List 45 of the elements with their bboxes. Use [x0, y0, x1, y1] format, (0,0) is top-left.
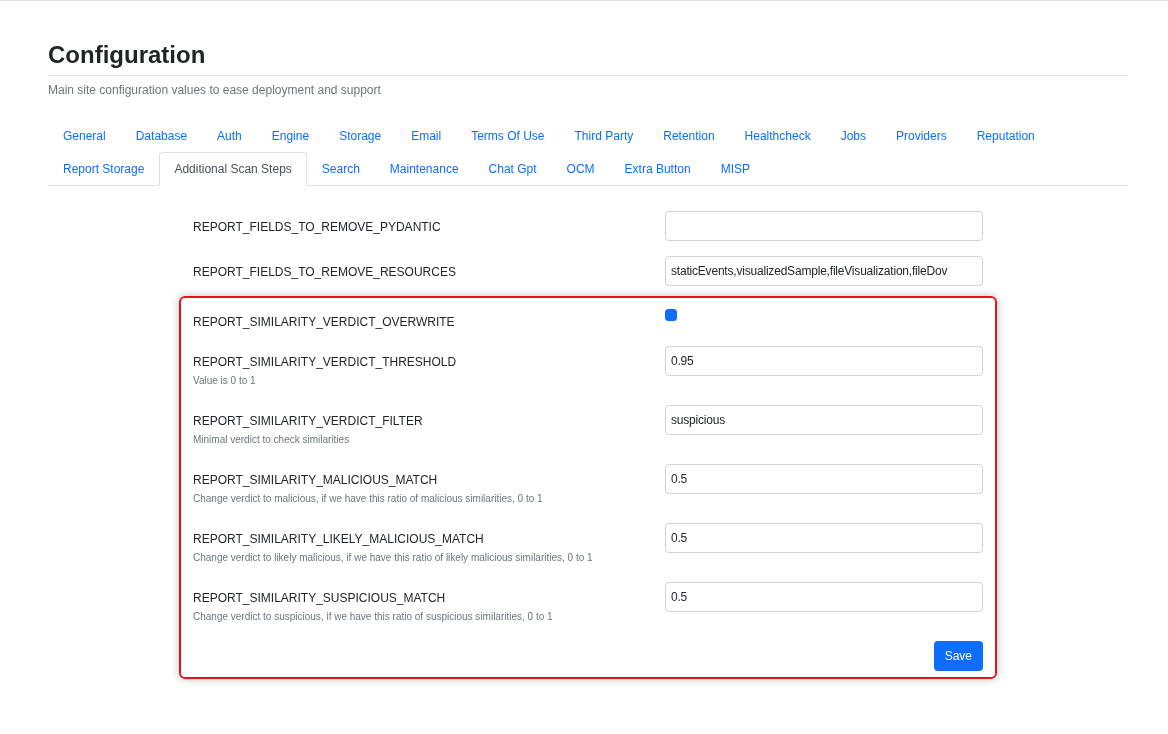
text-input-field[interactable]: 0.95	[665, 346, 983, 376]
tab[interactable]: Providers	[881, 119, 962, 153]
tab[interactable]: Terms Of Use	[456, 119, 560, 153]
save-button[interactable]: Save	[933, 641, 983, 671]
setting-label: REPORT_SIMILARITY_VERDICT_THRESHOLD	[193, 355, 457, 369]
setting-hint: Change verdict to malicious, if we have this ratio of malicious similarities, 0 to 1	[193, 493, 543, 504]
setting-label: REPORT_FIELDS_TO_REMOVE_RESOURCES	[193, 265, 456, 279]
tab[interactable]: Healthcheck	[729, 119, 826, 153]
page-subtitle: Main site configuration values to ease deployment and support	[48, 83, 382, 97]
setting-hint: Change verdict to suspicious, if we have this ratio of suspicious similarities, 0 to 1	[193, 611, 553, 622]
tab[interactable]: Reputation	[961, 119, 1050, 153]
setting-label: REPORT_FIELDS_TO_REMOVE_PYDANTIC	[193, 220, 441, 234]
setting-label: REPORT_SIMILARITY_VERDICT_OVERWRITE	[193, 315, 455, 329]
setting-hint: Change verdict to likely malicious, if we have this ratio of likely malicious similarities, 0 to 1	[193, 552, 593, 563]
tab[interactable]: Retention	[648, 119, 730, 153]
tab[interactable]: OCM	[551, 152, 610, 186]
text-input-field[interactable]	[665, 211, 983, 241]
text-input-field[interactable]: suspicious	[665, 405, 983, 435]
tab[interactable]: Storage	[324, 119, 397, 153]
text-input-field[interactable]: 0.5	[665, 523, 983, 553]
tab[interactable]: Maintenance	[374, 152, 474, 186]
tab[interactable]: Database	[120, 119, 203, 153]
tab[interactable]: Auth	[202, 119, 257, 153]
setting-label: REPORT_SIMILARITY_MALICIOUS_MATCH	[193, 473, 439, 487]
setting-label: REPORT_SIMILARITY_SUSPICIOUS_MATCH	[193, 591, 447, 605]
text-input-field[interactable]: staticEvents,visualizedSample,fileVisualization,fileDov	[665, 256, 983, 286]
page-title: Configuration	[48, 39, 1128, 76]
tab[interactable]: Search	[306, 152, 375, 186]
checkbox[interactable]	[665, 309, 677, 321]
tab[interactable]: Report Storage	[48, 152, 160, 186]
setting-label: REPORT_SIMILARITY_LIKELY_MALICIOUS_MATCH	[193, 532, 485, 546]
tab[interactable]: Email	[396, 119, 457, 153]
tab[interactable]: Additional Scan Steps	[159, 152, 307, 186]
tab[interactable]: Third Party	[559, 119, 649, 153]
tab[interactable]: MISP	[705, 152, 765, 186]
setting-hint: Value is 0 to 1	[193, 375, 257, 386]
text-input-field[interactable]: 0.5	[665, 582, 983, 612]
tab[interactable]: General	[48, 119, 121, 153]
tab[interactable]: Chat Gpt	[473, 152, 552, 186]
tab[interactable]: Extra Button	[609, 152, 706, 186]
tab[interactable]: Engine	[256, 119, 325, 153]
setting-hint: Minimal verdict to check similarities	[193, 434, 351, 445]
tab[interactable]: Jobs	[825, 119, 881, 153]
setting-label: REPORT_SIMILARITY_VERDICT_FILTER	[193, 414, 423, 428]
text-input-field[interactable]: 0.5	[665, 464, 983, 494]
